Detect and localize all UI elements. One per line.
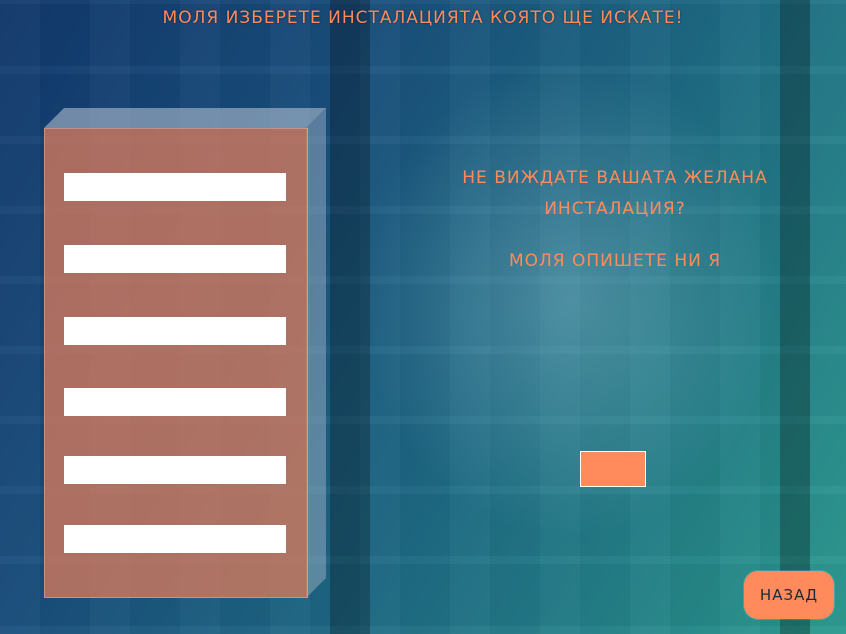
installation-option-6[interactable] bbox=[64, 525, 286, 553]
background-pillar bbox=[780, 0, 810, 634]
background-pillar bbox=[330, 0, 370, 634]
missing-installation-question: НЕ ВИЖДАТЕ ВАШАТА ЖЕЛАНА ИНСТАЛАЦИЯ? bbox=[462, 168, 768, 219]
page-title: МОЛЯ ИЗБЕРЕТЕ ИНСТАЛАЦИЯТА КОЯТО ЩЕ ИСКА… bbox=[162, 8, 684, 28]
panel-top-face bbox=[44, 108, 326, 128]
installation-option-1[interactable] bbox=[64, 173, 286, 201]
panel-side-face bbox=[306, 108, 326, 598]
description-input[interactable] bbox=[580, 451, 646, 487]
describe-instruction: МОЛЯ ОПИШЕТЕ НИ Я bbox=[508, 251, 722, 271]
installation-option-2[interactable] bbox=[64, 245, 286, 273]
installation-options-panel bbox=[44, 108, 326, 598]
background-glow bbox=[360, 60, 780, 540]
installation-selection-screen: МОЛЯ ИЗБЕРЕТЕ ИНСТАЛАЦИЯТА КОЯТО ЩЕ ИСКА… bbox=[0, 0, 846, 634]
installation-option-5[interactable] bbox=[64, 456, 286, 484]
installation-option-3[interactable] bbox=[64, 317, 286, 345]
back-button[interactable]: НАЗАД bbox=[744, 571, 834, 619]
panel-front-face bbox=[44, 128, 308, 598]
installation-option-4[interactable] bbox=[64, 388, 286, 416]
